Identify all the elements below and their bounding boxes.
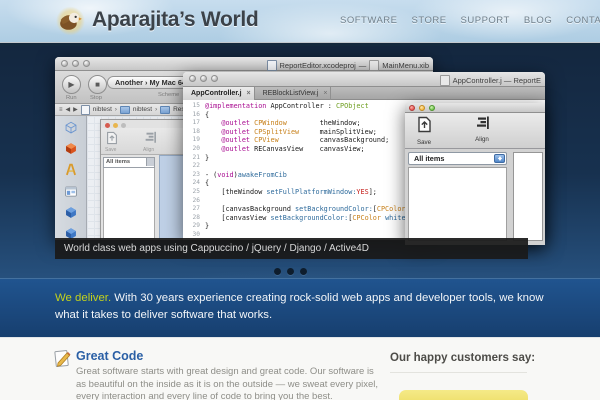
align-tool: Align — [465, 116, 499, 143]
designed-window-mock: Save Align All items — [100, 119, 194, 240]
close-tab-icon: × — [323, 90, 328, 97]
breadcrumb-separator: › — [155, 106, 158, 113]
nav-link-store[interactable]: STORE — [411, 15, 446, 26]
editor-tab-bar: AppController.j × REBlockListView.j × — [183, 87, 545, 100]
breadcrumb-item: nibtest — [132, 106, 153, 113]
detail-pane — [513, 152, 543, 241]
carousel-dots — [274, 268, 307, 275]
align-label: Align — [143, 147, 155, 153]
window-pane-icon — [64, 186, 77, 197]
palette-titlebar — [405, 103, 545, 113]
save-icon — [417, 116, 431, 133]
feature-heading[interactable]: Great Code — [76, 349, 143, 363]
nav-link-software[interactable]: SOFTWARE — [340, 15, 397, 26]
site-header: Aparajita’s World SOFTWARE STORE SUPPORT… — [0, 0, 600, 42]
window-controls — [189, 75, 218, 82]
project-doc-icon — [80, 104, 90, 115]
palette-content: All items — [405, 149, 545, 245]
object-list — [408, 167, 507, 241]
folder-icon — [119, 105, 130, 114]
align-icon — [145, 131, 156, 143]
site-title[interactable]: Aparajita’s World — [92, 8, 259, 32]
align-label: Align — [475, 136, 489, 143]
page: Aparajita’s World SOFTWARE STORE SUPPORT… — [0, 0, 600, 400]
folder-icon — [160, 105, 171, 114]
pencil-page-icon — [54, 350, 71, 368]
run-button: ▶ — [62, 75, 81, 94]
stepper-icon — [146, 158, 154, 166]
xcodeproj-doc-icon — [266, 60, 277, 71]
cube-red-icon — [65, 143, 76, 155]
nav-link-contact[interactable]: CONTACT — [566, 15, 600, 26]
cube-wireframe-icon — [65, 121, 76, 134]
mock-body: All items — [101, 155, 193, 240]
scheme-label: Scheme — [158, 92, 180, 98]
intro-highlight: We deliver. — [55, 292, 112, 304]
slide-caption: World class web apps using Cappuccino / … — [55, 238, 528, 259]
carousel-dot-1[interactable] — [274, 268, 281, 275]
window-controls — [101, 120, 193, 128]
breadcrumb-separator: › — [114, 106, 117, 113]
palette-toolbar: Save Align — [405, 113, 545, 149]
object-list — [103, 168, 155, 239]
align-icon — [477, 116, 489, 129]
divider — [390, 372, 527, 373]
xib-doc-icon — [369, 60, 380, 71]
carousel-dot-2[interactable] — [287, 268, 294, 275]
forward-arrow-icon: ▶ — [73, 107, 78, 113]
carousel-dot-3[interactable] — [300, 268, 307, 275]
nav-link-support[interactable]: SUPPORT — [461, 15, 510, 26]
mock-toolbar: Save Align — [101, 128, 193, 155]
save-icon — [107, 131, 117, 145]
cube-blue-icon — [65, 206, 76, 218]
xcode-titlebar: ReportEditor.xcodeproj — MainMenu.xib — [55, 57, 433, 71]
main-nav: SOFTWARE STORE SUPPORT BLOG CONTACT — [340, 15, 600, 26]
testimonial-bubble — [399, 390, 528, 400]
drawing-tools-icon — [65, 164, 76, 176]
list-icon: ≡ — [59, 106, 63, 113]
intro-banner: We deliver. With 30 years experience cre… — [0, 278, 600, 337]
close-tab-icon: × — [246, 90, 251, 97]
xcode-window-title: ReportEditor.xcodeproj — MainMenu.xib — [266, 60, 429, 71]
bird-logo-icon[interactable] — [55, 5, 86, 37]
stop-button: ■ — [88, 75, 107, 94]
tab-appcontroller: AppController.j × — [183, 87, 255, 100]
content-section: Great Code Great software starts with gr… — [0, 337, 600, 400]
source-doc-icon — [439, 75, 450, 86]
breadcrumb-item: nibtest — [92, 106, 112, 113]
window-controls — [409, 105, 435, 111]
filter-dropdown: All items — [103, 157, 155, 168]
testimonials-heading: Our happy customers say: — [390, 352, 536, 364]
back-arrow-icon: ◀ — [65, 107, 71, 113]
ib-palette-window: Save Align All items — [405, 103, 545, 245]
window-controls — [61, 60, 90, 67]
hero-slideshow: ReportEditor.xcodeproj — MainMenu.xib ▶ … — [0, 46, 600, 278]
nav-link-blog[interactable]: BLOG — [524, 15, 552, 26]
stop-label: Stop — [90, 95, 102, 101]
save-tool: Save — [407, 116, 441, 146]
filter-dropdown: All items — [408, 152, 507, 165]
stepper-icon — [494, 154, 505, 163]
tab-reblocklistview: REBlockListView.j × — [255, 87, 332, 100]
run-label: Run — [66, 95, 77, 101]
save-label: Save — [105, 147, 117, 153]
ib-library-sidebar — [55, 116, 87, 240]
intro-text: We deliver. With 30 years experience cre… — [55, 292, 544, 321]
feature-body: Great software starts with great design … — [76, 366, 379, 400]
save-label: Save — [416, 139, 432, 146]
code-titlebar: AppController.j — ReportE — [183, 72, 545, 87]
code-window-title: AppController.j — ReportE — [439, 75, 541, 86]
